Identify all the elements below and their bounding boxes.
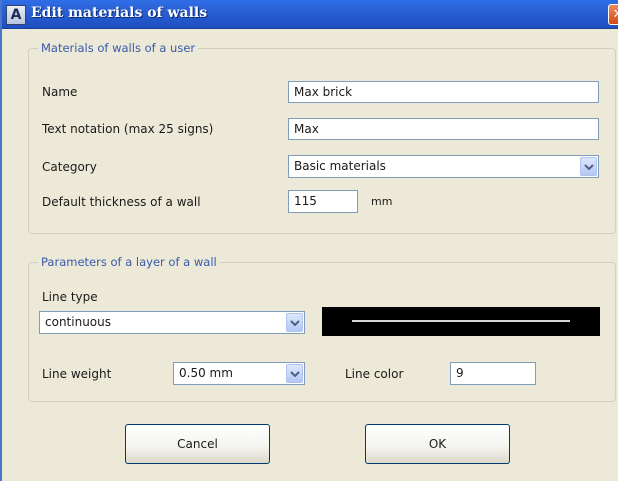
thickness-label: Default thickness of a wall: [42, 195, 201, 209]
chevron-down-icon: [584, 163, 594, 170]
line-color-label: Line color: [345, 367, 404, 381]
category-value: Basic materials: [294, 159, 386, 173]
notation-label: Text notation (max 25 signs): [42, 122, 214, 136]
line-type-select[interactable]: continuous: [39, 311, 305, 334]
line-preview: [322, 307, 600, 336]
line-preview-stroke: [352, 320, 570, 322]
category-label: Category: [42, 160, 97, 174]
thickness-unit: mm: [371, 195, 393, 208]
close-button[interactable]: ✕: [608, 4, 618, 25]
app-logo-icon: A: [6, 5, 26, 25]
category-dropdown-button[interactable]: [580, 157, 597, 176]
layer-params-caption: Parameters of a layer of a wall: [38, 255, 220, 269]
edit-materials-dialog: A Edit materials of walls ✕ Materials of…: [0, 0, 618, 481]
cancel-button[interactable]: Cancel: [125, 424, 270, 464]
line-type-dropdown-button[interactable]: [286, 313, 303, 332]
notation-input[interactable]: Max: [288, 118, 599, 140]
line-weight-dropdown-button[interactable]: [286, 364, 303, 383]
line-weight-value: 0.50 mm: [179, 366, 233, 380]
thickness-input[interactable]: 115: [288, 190, 358, 213]
category-select[interactable]: Basic materials: [288, 155, 599, 178]
ok-button[interactable]: OK: [365, 424, 510, 464]
line-type-value: continuous: [45, 315, 111, 329]
user-materials-caption: Materials of walls of a user: [38, 41, 199, 55]
line-weight-select[interactable]: 0.50 mm: [173, 362, 305, 385]
window-title: Edit materials of walls: [31, 5, 208, 21]
title-bar[interactable]: A Edit materials of walls ✕: [2, 0, 618, 29]
chevron-down-icon: [290, 319, 300, 326]
chevron-down-icon: [290, 370, 300, 377]
name-input[interactable]: Max brick: [288, 81, 599, 103]
line-color-input[interactable]: 9: [450, 362, 536, 385]
line-weight-label: Line weight: [42, 367, 112, 381]
name-label: Name: [42, 85, 78, 99]
close-icon: ✕: [613, 7, 618, 22]
line-type-label: Line type: [42, 290, 98, 304]
